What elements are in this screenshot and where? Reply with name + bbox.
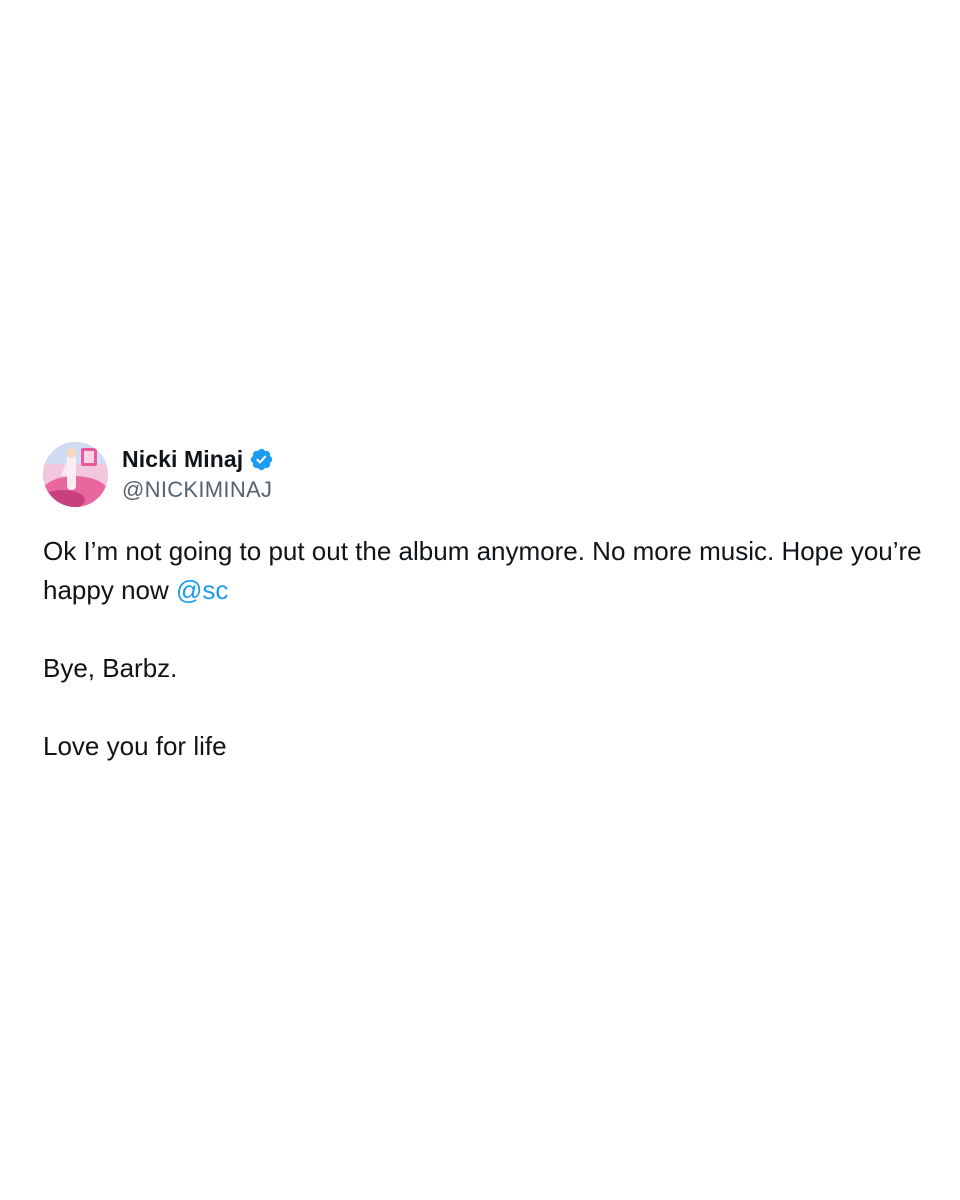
profile-avatar[interactable] [43, 441, 108, 507]
author-info: Nicki Minaj @NICKIMINAJ [122, 443, 274, 505]
tweet-paragraph-3: Love you for life [43, 731, 227, 761]
mention-link[interactable]: @sc [176, 575, 228, 605]
verified-badge-icon [249, 447, 274, 472]
author-display-name[interactable]: Nicki Minaj [122, 446, 243, 473]
tweet-paragraph-2: Bye, Barbz. [43, 653, 178, 683]
tweet-header: Nicki Minaj @NICKIMINAJ [43, 440, 923, 508]
tweet-paragraph-1: Ok I’m not going to put out the album an… [43, 532, 923, 610]
author-handle[interactable]: @NICKIMINAJ [122, 475, 274, 505]
avatar-image [43, 441, 108, 507]
tweet-text: Ok I’m not going to put out the album an… [43, 532, 923, 766]
tweet-card: Nicki Minaj @NICKIMINAJ Ok I’m not going… [43, 440, 923, 766]
name-row: Nicki Minaj [122, 443, 274, 475]
tweet-text-line: Ok I’m not going to put out the album an… [43, 536, 922, 605]
